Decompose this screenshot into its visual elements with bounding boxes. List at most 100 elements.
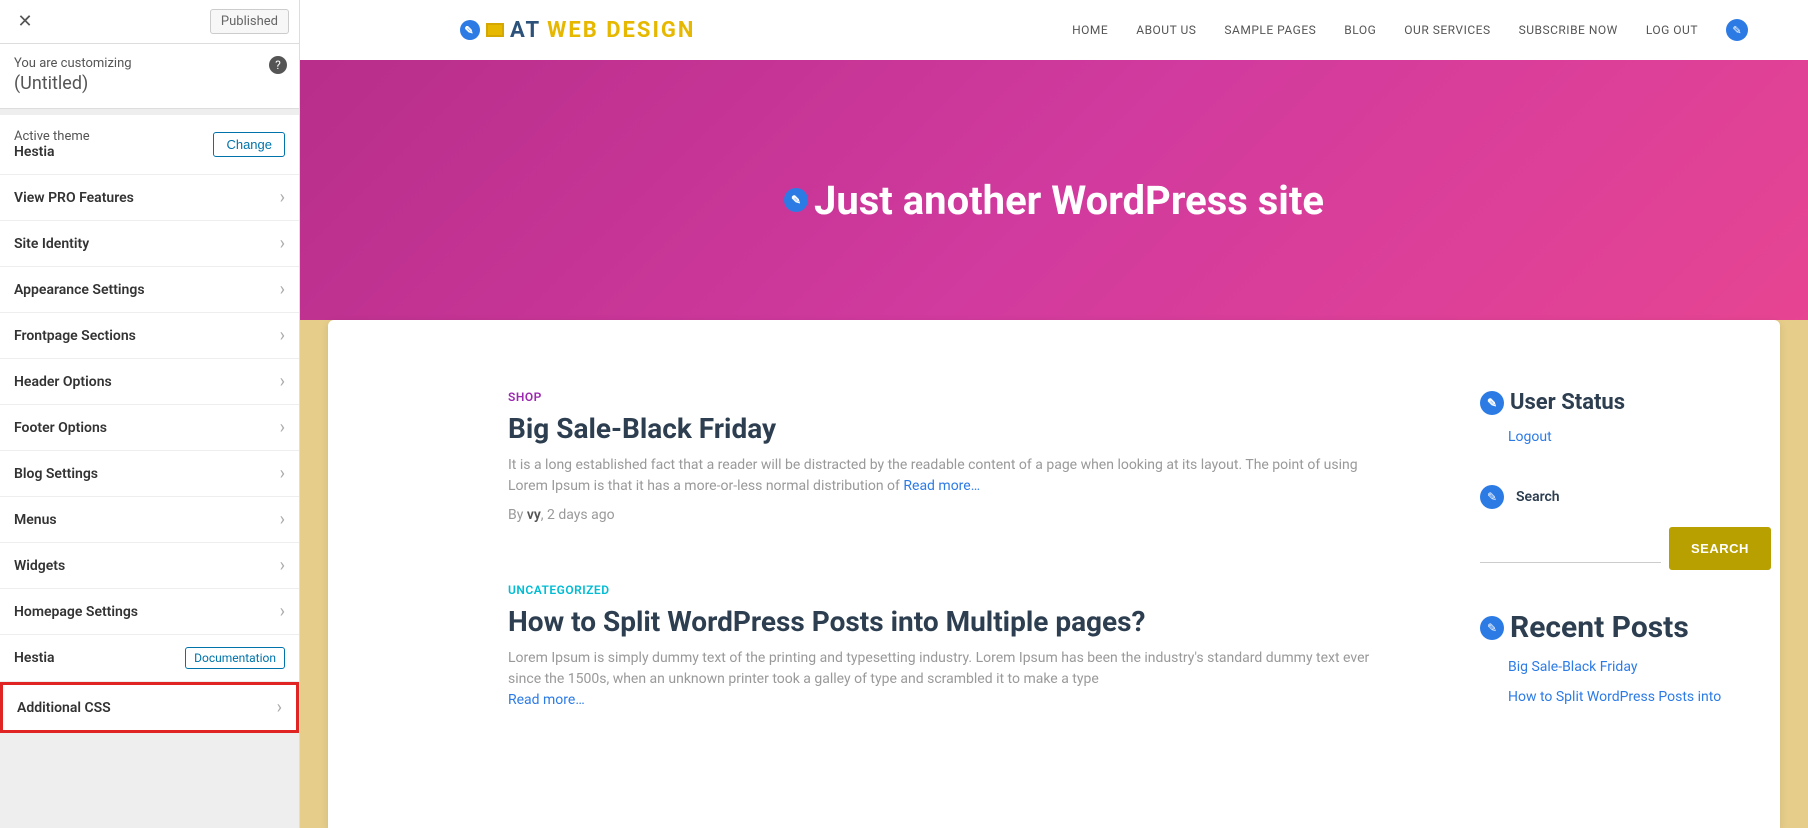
post-title[interactable]: How to Split WordPress Posts into Multip… [508, 605, 1400, 638]
meta-by: By [508, 507, 527, 523]
widget-title: ✎ User Status [1480, 390, 1730, 415]
edit-icon[interactable]: ✎ [460, 20, 480, 40]
search-button[interactable]: SEARCH [1669, 527, 1771, 570]
recent-post-link[interactable]: How to Split WordPress Posts into [1508, 689, 1730, 705]
sidebar-item-frontpage[interactable]: Frontpage Sections › [0, 313, 299, 359]
chevron-right-icon: › [280, 417, 285, 438]
chevron-right-icon: › [280, 463, 285, 484]
chevron-right-icon: › [280, 371, 285, 392]
hero-banner: ✎ Just another WordPress site [300, 60, 1808, 340]
sidebar-item-label: Site Identity [14, 236, 89, 252]
nav-link-home[interactable]: HOME [1072, 23, 1108, 37]
chevron-right-icon: › [277, 697, 282, 718]
recent-posts-title: Recent Posts [1510, 610, 1689, 645]
edit-widget-icon[interactable]: ✎ [1480, 391, 1504, 415]
nav-link-blog[interactable]: BLOG [1344, 23, 1376, 37]
sidebar-item-label: Hestia [14, 650, 55, 666]
sidebar-item-hestia[interactable]: Hestia Documentation [0, 635, 299, 682]
post-title[interactable]: Big Sale-Black Friday [508, 412, 1400, 445]
sidebar-item-label: Widgets [14, 558, 65, 574]
sidebar-item-additional-css[interactable]: Additional CSS › [0, 682, 299, 733]
sidebar-item-label: Frontpage Sections [14, 328, 136, 344]
recent-post-link[interactable]: Big Sale-Black Friday [1508, 659, 1730, 675]
post-excerpt-text: Lorem Ipsum is simply dummy text of the … [508, 650, 1369, 687]
widget-recent-posts: ✎ Recent Posts Big Sale-Black Friday How… [1480, 610, 1730, 705]
nav-link-subscribe[interactable]: SUBSCRIBE NOW [1519, 23, 1618, 37]
sidebar-item-label: Header Options [14, 374, 112, 390]
sidebar-item-label: Additional CSS [17, 700, 111, 716]
post-category[interactable]: SHOP [508, 390, 1400, 404]
nav-links: HOME ABOUT US SAMPLE PAGES BLOG OUR SERV… [1072, 19, 1748, 41]
post-category[interactable]: UNCATEGORIZED [508, 583, 1400, 597]
sidebar-menu: View PRO Features› Site Identity› Appear… [0, 175, 299, 733]
sidebar-item-appearance[interactable]: Appearance Settings › [0, 267, 299, 313]
active-theme-label: Active theme [14, 129, 90, 144]
sidebar-item-homepage-settings[interactable]: Homepage Settings › [0, 589, 299, 635]
search-row: SEARCH [1480, 527, 1730, 570]
sidebar-item-label: Appearance Settings [14, 282, 145, 298]
sidebar-item-widgets[interactable]: Widgets › [0, 543, 299, 589]
sidebar-item-menus[interactable]: Menus › [0, 497, 299, 543]
sidebar-item-label: Menus [14, 512, 57, 528]
hero-title-text: Just another WordPress site [814, 177, 1324, 224]
hero-title: ✎ Just another WordPress site [784, 177, 1324, 224]
read-more-link[interactable]: Read more… [903, 478, 980, 494]
content-card: SHOP Big Sale-Black Friday It is a long … [328, 320, 1780, 828]
chevron-right-icon: › [280, 325, 285, 346]
post-author[interactable]: vy [527, 507, 541, 523]
active-theme-row: Active theme Hestia Change [0, 115, 299, 175]
chevron-right-icon: › [280, 187, 285, 208]
chevron-right-icon: › [280, 509, 285, 530]
site-navbar: ✎ AT WEB DESIGN HOME ABOUT US SAMPLE PAG… [300, 0, 1808, 60]
sidebar-item-site-identity[interactable]: Site Identity› [0, 221, 299, 267]
sidebar-item-pro-features[interactable]: View PRO Features › [0, 175, 299, 221]
widget-title-text: User Status [1510, 390, 1625, 415]
sidebar-item-label: View PRO Features [14, 190, 134, 206]
edit-hero-icon[interactable]: ✎ [784, 188, 808, 212]
customizing-label: You are customizing [14, 56, 285, 71]
sidebar-item-label: Blog Settings [14, 466, 98, 482]
post-excerpt: Lorem Ipsum is simply dummy text of the … [508, 648, 1400, 711]
post-date: , 2 days ago [541, 507, 615, 523]
edit-widget-icon[interactable]: ✎ [1480, 616, 1504, 640]
logo-mark-icon [486, 23, 504, 37]
chevron-right-icon: › [280, 279, 285, 300]
post-excerpt: It is a long established fact that a rea… [508, 455, 1400, 497]
change-theme-button[interactable]: Change [213, 132, 285, 157]
help-icon[interactable]: ? [269, 56, 287, 74]
post-item: SHOP Big Sale-Black Friday It is a long … [508, 390, 1400, 523]
published-status[interactable]: Published [210, 9, 289, 34]
chevron-right-icon: › [280, 555, 285, 576]
nav-link-logout[interactable]: LOG OUT [1646, 23, 1698, 37]
logo-text-wd: WEB DESIGN [547, 18, 695, 43]
search-label: Search [1516, 489, 1560, 505]
widget-search: ✎ Search SEARCH [1480, 485, 1730, 570]
documentation-button[interactable]: Documentation [185, 647, 285, 669]
read-more-link[interactable]: Read more… [508, 692, 585, 708]
post-item: UNCATEGORIZED How to Split WordPress Pos… [508, 583, 1400, 711]
edit-nav-icon[interactable]: ✎ [1726, 19, 1748, 41]
sidebar-item-label: Homepage Settings [14, 604, 138, 620]
widget-user-status: ✎ User Status Logout [1480, 390, 1730, 445]
sidebar-item-label: Footer Options [14, 420, 107, 436]
active-theme-name: Hestia [14, 144, 90, 160]
nav-link-about[interactable]: ABOUT US [1136, 23, 1196, 37]
nav-link-services[interactable]: OUR SERVICES [1404, 23, 1490, 37]
content-wrap: SHOP Big Sale-Black Friday It is a long … [300, 320, 1808, 828]
sidebar-item-blog-settings[interactable]: Blog Settings › [0, 451, 299, 497]
site-title-label: (Untitled) [14, 73, 285, 94]
main-column: SHOP Big Sale-Black Friday It is a long … [508, 390, 1400, 828]
chevron-right-icon: › [280, 601, 285, 622]
site-preview: ✎ AT WEB DESIGN HOME ABOUT US SAMPLE PAG… [300, 0, 1808, 828]
logout-link[interactable]: Logout [1508, 429, 1730, 445]
search-input[interactable] [1480, 534, 1661, 563]
sidebar-item-footer-options[interactable]: Footer Options › [0, 405, 299, 451]
sidebar-widgets: ✎ User Status Logout ✎ Search SEARCH [1480, 390, 1730, 828]
edit-widget-icon[interactable]: ✎ [1480, 485, 1504, 509]
sidebar-item-header-options[interactable]: Header Options › [0, 359, 299, 405]
nav-link-sample-pages[interactable]: SAMPLE PAGES [1224, 23, 1316, 37]
post-meta: By vy, 2 days ago [508, 507, 1400, 523]
site-logo[interactable]: ✎ AT WEB DESIGN [460, 18, 695, 43]
logo-text-at: AT [510, 18, 541, 43]
close-customizer-button[interactable]: ✕ [10, 7, 40, 37]
